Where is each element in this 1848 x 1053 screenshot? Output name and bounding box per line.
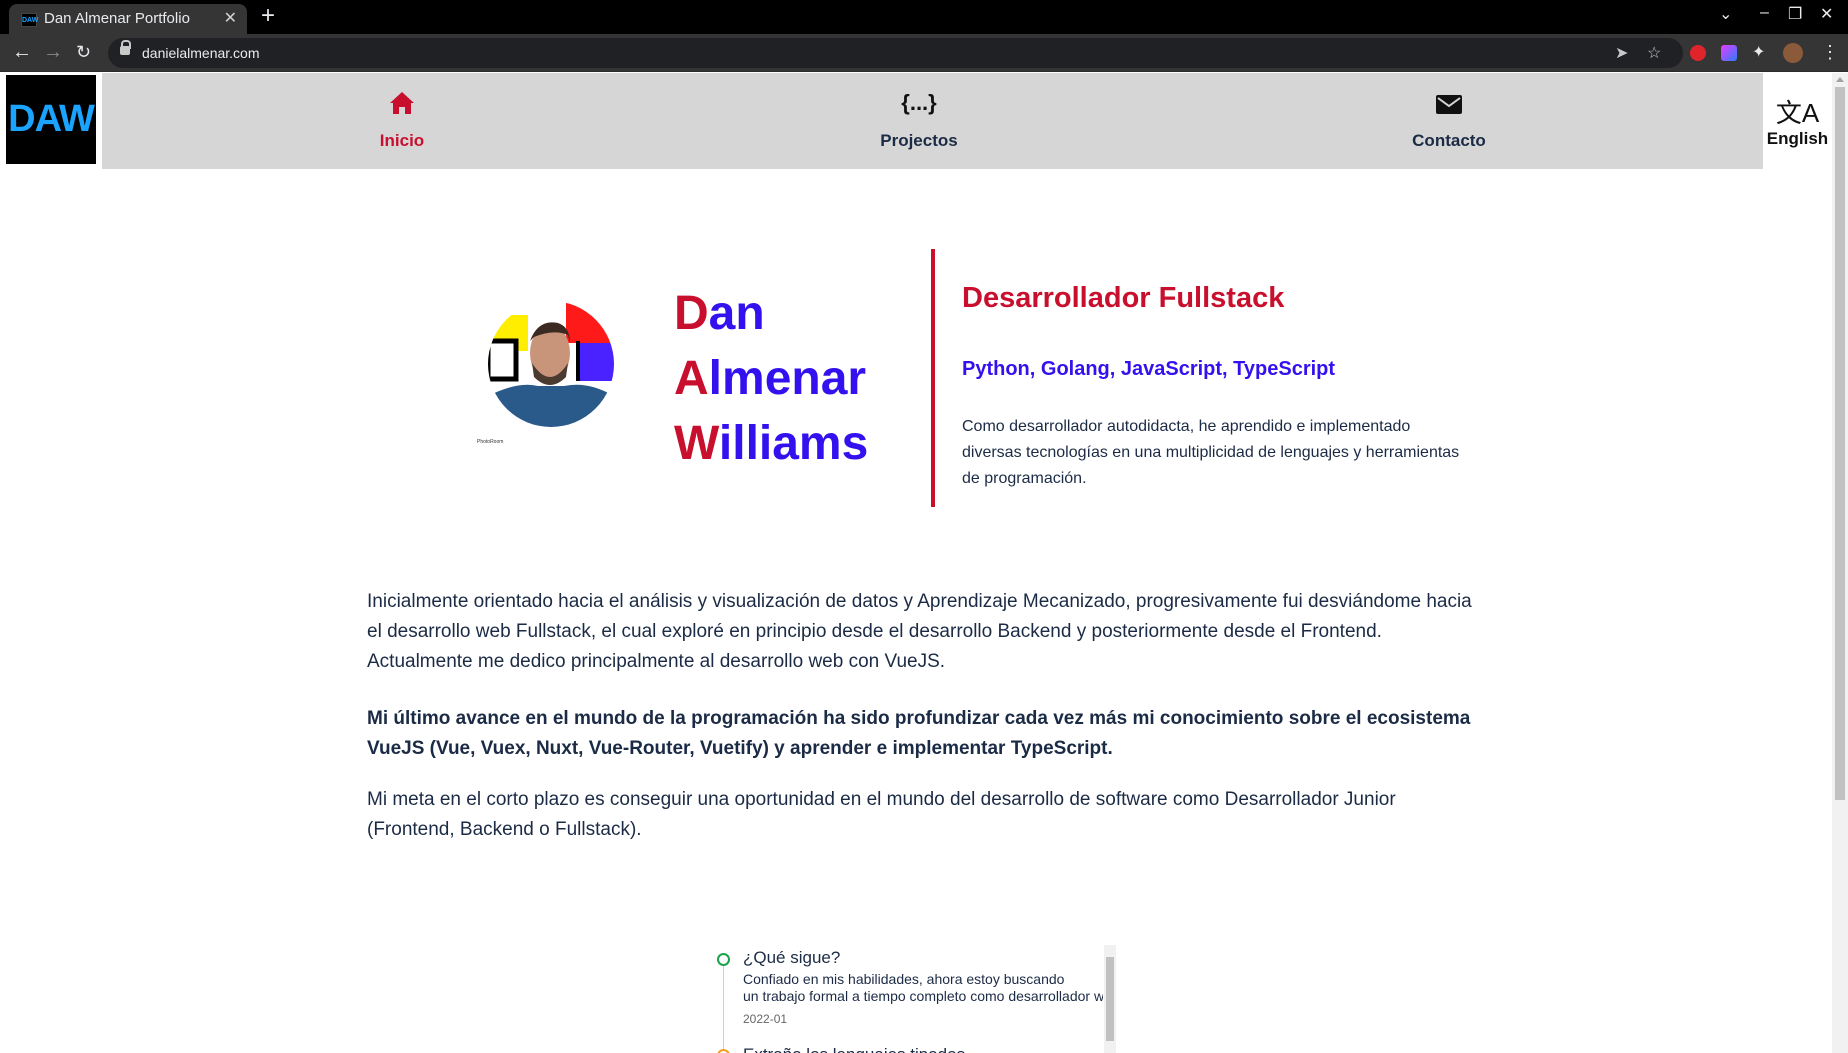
nav-label-contacto: Contacto xyxy=(1412,131,1486,150)
main-navigation: Inicio {...} Projectos Contacto xyxy=(102,73,1763,169)
minimize-icon[interactable]: – xyxy=(1760,4,1769,22)
timeline-dot-green-icon xyxy=(717,953,730,966)
page-scrollbar[interactable] xyxy=(1832,73,1848,1053)
envelope-icon xyxy=(1436,95,1462,114)
timeline-item-title-2: Extraño los lenguajes tipados xyxy=(743,1045,965,1053)
profile-avatar-icon[interactable] xyxy=(1783,43,1803,63)
about-paragraph-1: Inicialmente orientado hacia el análisis… xyxy=(367,591,1472,672)
timeline-scrollbar[interactable] xyxy=(1104,945,1116,1053)
timeline-item-date: 2022-01 xyxy=(743,1012,788,1026)
role-description: Como desarrollador autodidacta, he apren… xyxy=(962,418,1460,487)
address-bar[interactable]: danielalmenar.com ➤ ☆ xyxy=(108,38,1683,68)
role-title: Desarrollador Fullstack xyxy=(962,282,1285,314)
forward-arrow-icon[interactable]: → xyxy=(43,41,63,63)
about-paragraph-3: Mi meta en el corto plazo es conseguir u… xyxy=(367,789,1396,840)
tab-title: Dan Almenar Portfolio xyxy=(44,10,190,27)
avatar-credit: PhotoRoom xyxy=(477,439,504,445)
name-line-first: Dan xyxy=(674,287,765,340)
hero-name: Dan Almenar Williams xyxy=(674,281,868,476)
code-braces-icon: {...} xyxy=(901,90,937,115)
tab-search-chevron-icon[interactable]: ⌄ xyxy=(1719,4,1732,24)
restore-icon[interactable]: ❐ xyxy=(1788,4,1802,24)
extension-red-icon[interactable] xyxy=(1690,45,1706,61)
page-scroll-thumb[interactable] xyxy=(1835,87,1845,800)
send-tab-icon[interactable]: ➤ xyxy=(1615,43,1628,63)
nav-label-inicio: Inicio xyxy=(379,131,425,150)
tab-close-icon[interactable]: ✕ xyxy=(224,8,237,28)
timeline-item-description: Confiado en mis habilidades, ahora estoy… xyxy=(743,971,1103,1004)
nav-item-inicio[interactable]: Inicio xyxy=(322,73,482,169)
browser-tab-bar: DAW Dan Almenar Portfolio ✕ + ⌄ – ❐ ✕ xyxy=(0,0,1848,34)
name-line-last: Williams xyxy=(674,417,869,470)
browser-menu-icon[interactable]: ⋮ xyxy=(1821,41,1839,63)
lock-icon[interactable] xyxy=(120,40,131,55)
language-label: English xyxy=(1766,129,1829,148)
role-skills: Python, Golang, JavaScript, TypeScript xyxy=(962,358,1336,380)
timeline-item-title: ¿Qué sigue? xyxy=(743,948,841,967)
timeline-line xyxy=(723,962,724,1053)
timeline-dot-orange-icon xyxy=(717,1049,730,1053)
nav-item-projectos[interactable]: {...} Projectos xyxy=(839,73,999,169)
bookmark-star-icon[interactable]: ☆ xyxy=(1647,43,1661,63)
about-paragraph-2: Mi último avance en el mundo de la progr… xyxy=(367,708,1471,759)
scroll-up-arrow-icon[interactable] xyxy=(1836,77,1844,82)
reload-icon[interactable]: ↻ xyxy=(76,41,91,63)
browser-toolbar: ← → ↻ danielalmenar.com ➤ ☆ ✦ ⋮ xyxy=(0,34,1848,72)
translate-icon: 文A xyxy=(1775,98,1820,128)
page-viewport: DAW Inicio {...} Projectos Contacto 文A E… xyxy=(0,73,1832,1053)
timeline-panel[interactable]: ¿Qué sigue? Confiado en mis habilidades,… xyxy=(710,945,1116,1053)
browser-tab[interactable]: DAW Dan Almenar Portfolio ✕ xyxy=(9,4,247,34)
language-switch-button[interactable]: 文A English xyxy=(1763,73,1832,169)
name-line-middle: Almenar xyxy=(674,352,867,405)
extension-gradient-icon[interactable] xyxy=(1721,45,1737,61)
extensions-puzzle-icon[interactable]: ✦ xyxy=(1752,42,1768,61)
timeline-scroll-thumb[interactable] xyxy=(1106,957,1114,1041)
nav-item-contacto[interactable]: Contacto xyxy=(1369,73,1529,169)
back-arrow-icon[interactable]: ← xyxy=(12,41,32,63)
hero-divider xyxy=(931,249,935,507)
url-text[interactable]: danielalmenar.com xyxy=(142,45,260,61)
profile-avatar xyxy=(488,301,614,427)
new-tab-icon[interactable]: + xyxy=(261,3,275,29)
home-icon xyxy=(390,92,414,114)
site-logo[interactable]: DAW xyxy=(6,75,96,164)
close-window-icon[interactable]: ✕ xyxy=(1820,4,1833,24)
nav-label-projectos: Projectos xyxy=(880,131,958,150)
tab-favicon-icon: DAW xyxy=(21,13,38,27)
